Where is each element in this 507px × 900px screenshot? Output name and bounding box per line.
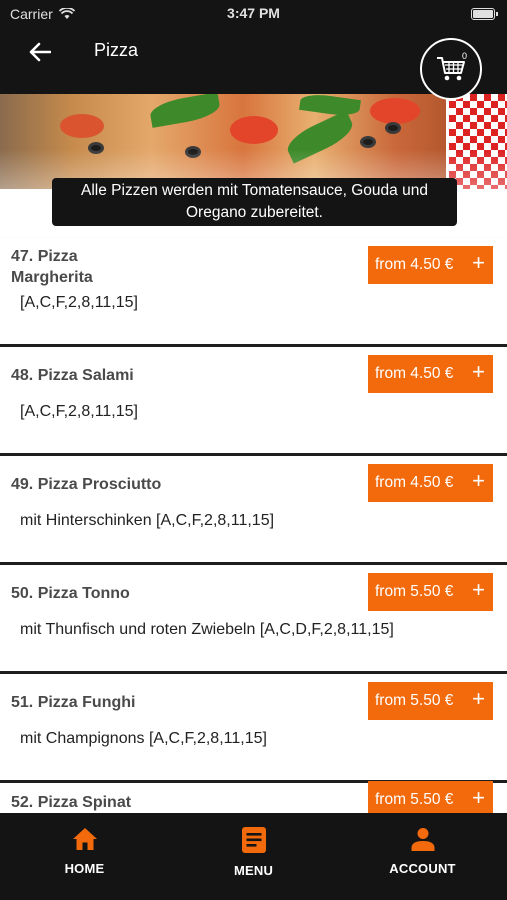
nav-menu-label: MENU (233, 863, 274, 878)
item-name: 49. Pizza Prosciutto (11, 476, 162, 493)
page-title: Pizza (94, 40, 139, 60)
category-banner-image (0, 94, 507, 189)
menu-item-list: 47. Pizza Margherita [A,C,F,2,8,11,15] f… (0, 238, 507, 892)
status-time: 3:47 PM (227, 5, 280, 21)
menu-list-icon (241, 827, 266, 853)
plus-icon: + (472, 468, 485, 493)
add-to-cart-button[interactable]: from 4.50 € + (368, 464, 493, 502)
plus-icon: + (472, 577, 485, 602)
cart-button[interactable]: 0 (420, 38, 482, 100)
nav-menu[interactable]: MENU (169, 813, 338, 900)
plus-icon: + (472, 785, 485, 810)
item-name: 50. Pizza Tonno (11, 585, 130, 602)
nav-account-label: ACCOUNT (389, 861, 456, 876)
item-description: mit Thunfisch und roten Zwiebeln [A,C,D,… (20, 621, 394, 638)
add-to-cart-button[interactable]: from 4.50 € + (368, 246, 493, 284)
user-icon (411, 828, 434, 851)
list-item[interactable]: 51. Pizza Funghi mit Champignons [A,C,F,… (0, 674, 507, 783)
add-to-cart-button[interactable]: from 5.50 € + (368, 573, 493, 611)
plus-icon: + (472, 250, 485, 275)
app-screen: Carrier 3:47 PM Pizza 0 Alle Pizzen werd… (0, 0, 507, 900)
list-item[interactable]: 49. Pizza Prosciutto mit Hinterschinken … (0, 456, 507, 565)
price-label: from 4.50 € (375, 474, 454, 491)
bottom-navigation: HOME MENU ACCOUNT (0, 813, 507, 900)
info-line-1: Alle Pizzen werden mit Tomatensauce, Gou… (81, 182, 428, 199)
add-to-cart-button[interactable]: from 4.50 € + (368, 355, 493, 393)
plus-icon: + (472, 359, 485, 384)
list-item[interactable]: 48. Pizza Salami [A,C,F,2,8,11,15] from … (0, 347, 507, 456)
item-description: [A,C,F,2,8,11,15] (20, 294, 138, 311)
battery-icon (471, 8, 498, 20)
cart-count: 0 (461, 51, 467, 61)
price-label: from 4.50 € (375, 365, 454, 382)
item-name: 48. Pizza Salami (11, 367, 134, 384)
item-name: 51. Pizza Funghi (11, 694, 136, 711)
plus-icon: + (472, 686, 485, 711)
price-label: from 4.50 € (375, 256, 454, 273)
home-icon (72, 828, 97, 850)
item-description: mit Champignons [A,C,F,2,8,11,15] (20, 730, 267, 747)
status-bar: Carrier 3:47 PM (0, 0, 507, 28)
nav-home-label: HOME (64, 861, 105, 876)
price-label: from 5.50 € (375, 583, 454, 600)
info-line-2: Oregano zubereitet. (185, 204, 323, 221)
item-name: 52. Pizza Spinat (11, 794, 132, 811)
list-item[interactable]: 47. Pizza Margherita [A,C,F,2,8,11,15] f… (0, 238, 507, 347)
nav-account[interactable]: ACCOUNT (338, 813, 507, 900)
item-description: [A,C,F,2,8,11,15] (20, 403, 138, 420)
arrow-left-icon (29, 42, 51, 62)
item-name: 47. Pizza Margherita (11, 248, 93, 286)
price-label: from 5.50 € (375, 692, 454, 709)
list-item[interactable]: 50. Pizza Tonno mit Thunfisch und roten … (0, 565, 507, 674)
nav-home[interactable]: HOME (0, 813, 169, 900)
pizza-info-notice: Alle Pizzen werden mit Tomatensauce, Gou… (52, 178, 457, 226)
add-to-cart-button[interactable]: from 5.50 € + (368, 682, 493, 720)
price-label: from 5.50 € (375, 791, 454, 808)
item-description: mit Hinterschinken [A,C,F,2,8,11,15] (20, 512, 275, 529)
back-button[interactable] (22, 36, 58, 68)
